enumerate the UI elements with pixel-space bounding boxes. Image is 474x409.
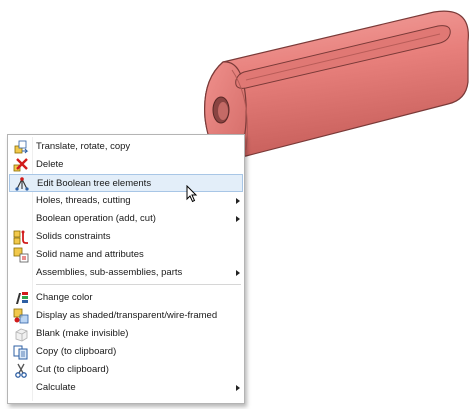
change-color-icon xyxy=(13,290,29,306)
menu-item-boolean-operation[interactable]: Boolean operation (add, cut) xyxy=(9,210,243,228)
mouse-pointer-icon xyxy=(186,185,198,203)
blank-icon xyxy=(13,326,29,342)
menu-item-change-color[interactable]: Change color xyxy=(9,289,243,307)
menu-item-label: Holes, threads, cutting xyxy=(36,195,131,206)
menu-item-label: Delete xyxy=(36,159,64,170)
menu-item-label: Assemblies, sub-assemblies, parts xyxy=(36,267,183,278)
menu-item-delete[interactable]: Delete xyxy=(9,156,243,174)
submenu-arrow-icon xyxy=(236,270,240,276)
menu-item-solid-name-attributes[interactable]: Solid name and attributes xyxy=(9,246,243,264)
submenu-arrow-icon xyxy=(236,385,240,391)
cad-window: Translate, rotate, copy Delete Edit Bool… xyxy=(0,0,474,409)
menu-item-copy[interactable]: Copy (to clipboard) xyxy=(9,343,243,361)
menu-item-label: Solids constraints xyxy=(36,231,111,242)
menu-item-assemblies[interactable]: Assemblies, sub-assemblies, parts xyxy=(9,264,243,282)
display-mode-icon xyxy=(13,308,29,324)
context-menu: Translate, rotate, copy Delete Edit Bool… xyxy=(7,134,245,404)
bore-inner xyxy=(218,102,228,120)
menu-item-holes-threads-cutting[interactable]: Holes, threads, cutting xyxy=(9,192,243,210)
translate-rotate-copy-icon xyxy=(13,139,29,155)
menu-item-label: Change color xyxy=(36,292,93,303)
solids-constraints-icon xyxy=(13,229,29,245)
menu-item-label: Display as shaded/transparent/wire-frame… xyxy=(36,310,218,321)
menu-item-label: Copy (to clipboard) xyxy=(36,346,117,357)
menu-item-solids-constraints[interactable]: Solids constraints xyxy=(9,228,243,246)
menu-item-edit-boolean-tree[interactable]: Edit Boolean tree elements xyxy=(9,174,243,192)
menu-item-blank[interactable]: Blank (make invisible) xyxy=(9,325,243,343)
menu-item-label: Solid name and attributes xyxy=(36,249,144,260)
menu-item-label: Cut (to clipboard) xyxy=(36,364,109,375)
menu-item-label: Boolean operation (add, cut) xyxy=(36,213,156,224)
cut-icon xyxy=(13,362,29,378)
menu-item-translate-rotate-copy[interactable]: Translate, rotate, copy xyxy=(9,138,243,156)
menu-item-cut[interactable]: Cut (to clipboard) xyxy=(9,361,243,379)
delete-icon xyxy=(13,157,29,173)
boolean-tree-icon xyxy=(14,176,30,192)
solid-attributes-icon xyxy=(13,247,29,263)
menu-item-display-mode[interactable]: Display as shaded/transparent/wire-frame… xyxy=(9,307,243,325)
menu-item-label: Calculate xyxy=(36,382,76,393)
menu-separator xyxy=(36,284,241,285)
menu-item-label: Translate, rotate, copy xyxy=(36,141,131,152)
menu-item-label: Blank (make invisible) xyxy=(36,328,129,339)
menu-item-calculate[interactable]: Calculate xyxy=(9,379,243,397)
menu-item-label: Edit Boolean tree elements xyxy=(37,178,152,189)
copy-icon xyxy=(13,344,29,360)
submenu-arrow-icon xyxy=(236,198,240,204)
submenu-arrow-icon xyxy=(236,216,240,222)
